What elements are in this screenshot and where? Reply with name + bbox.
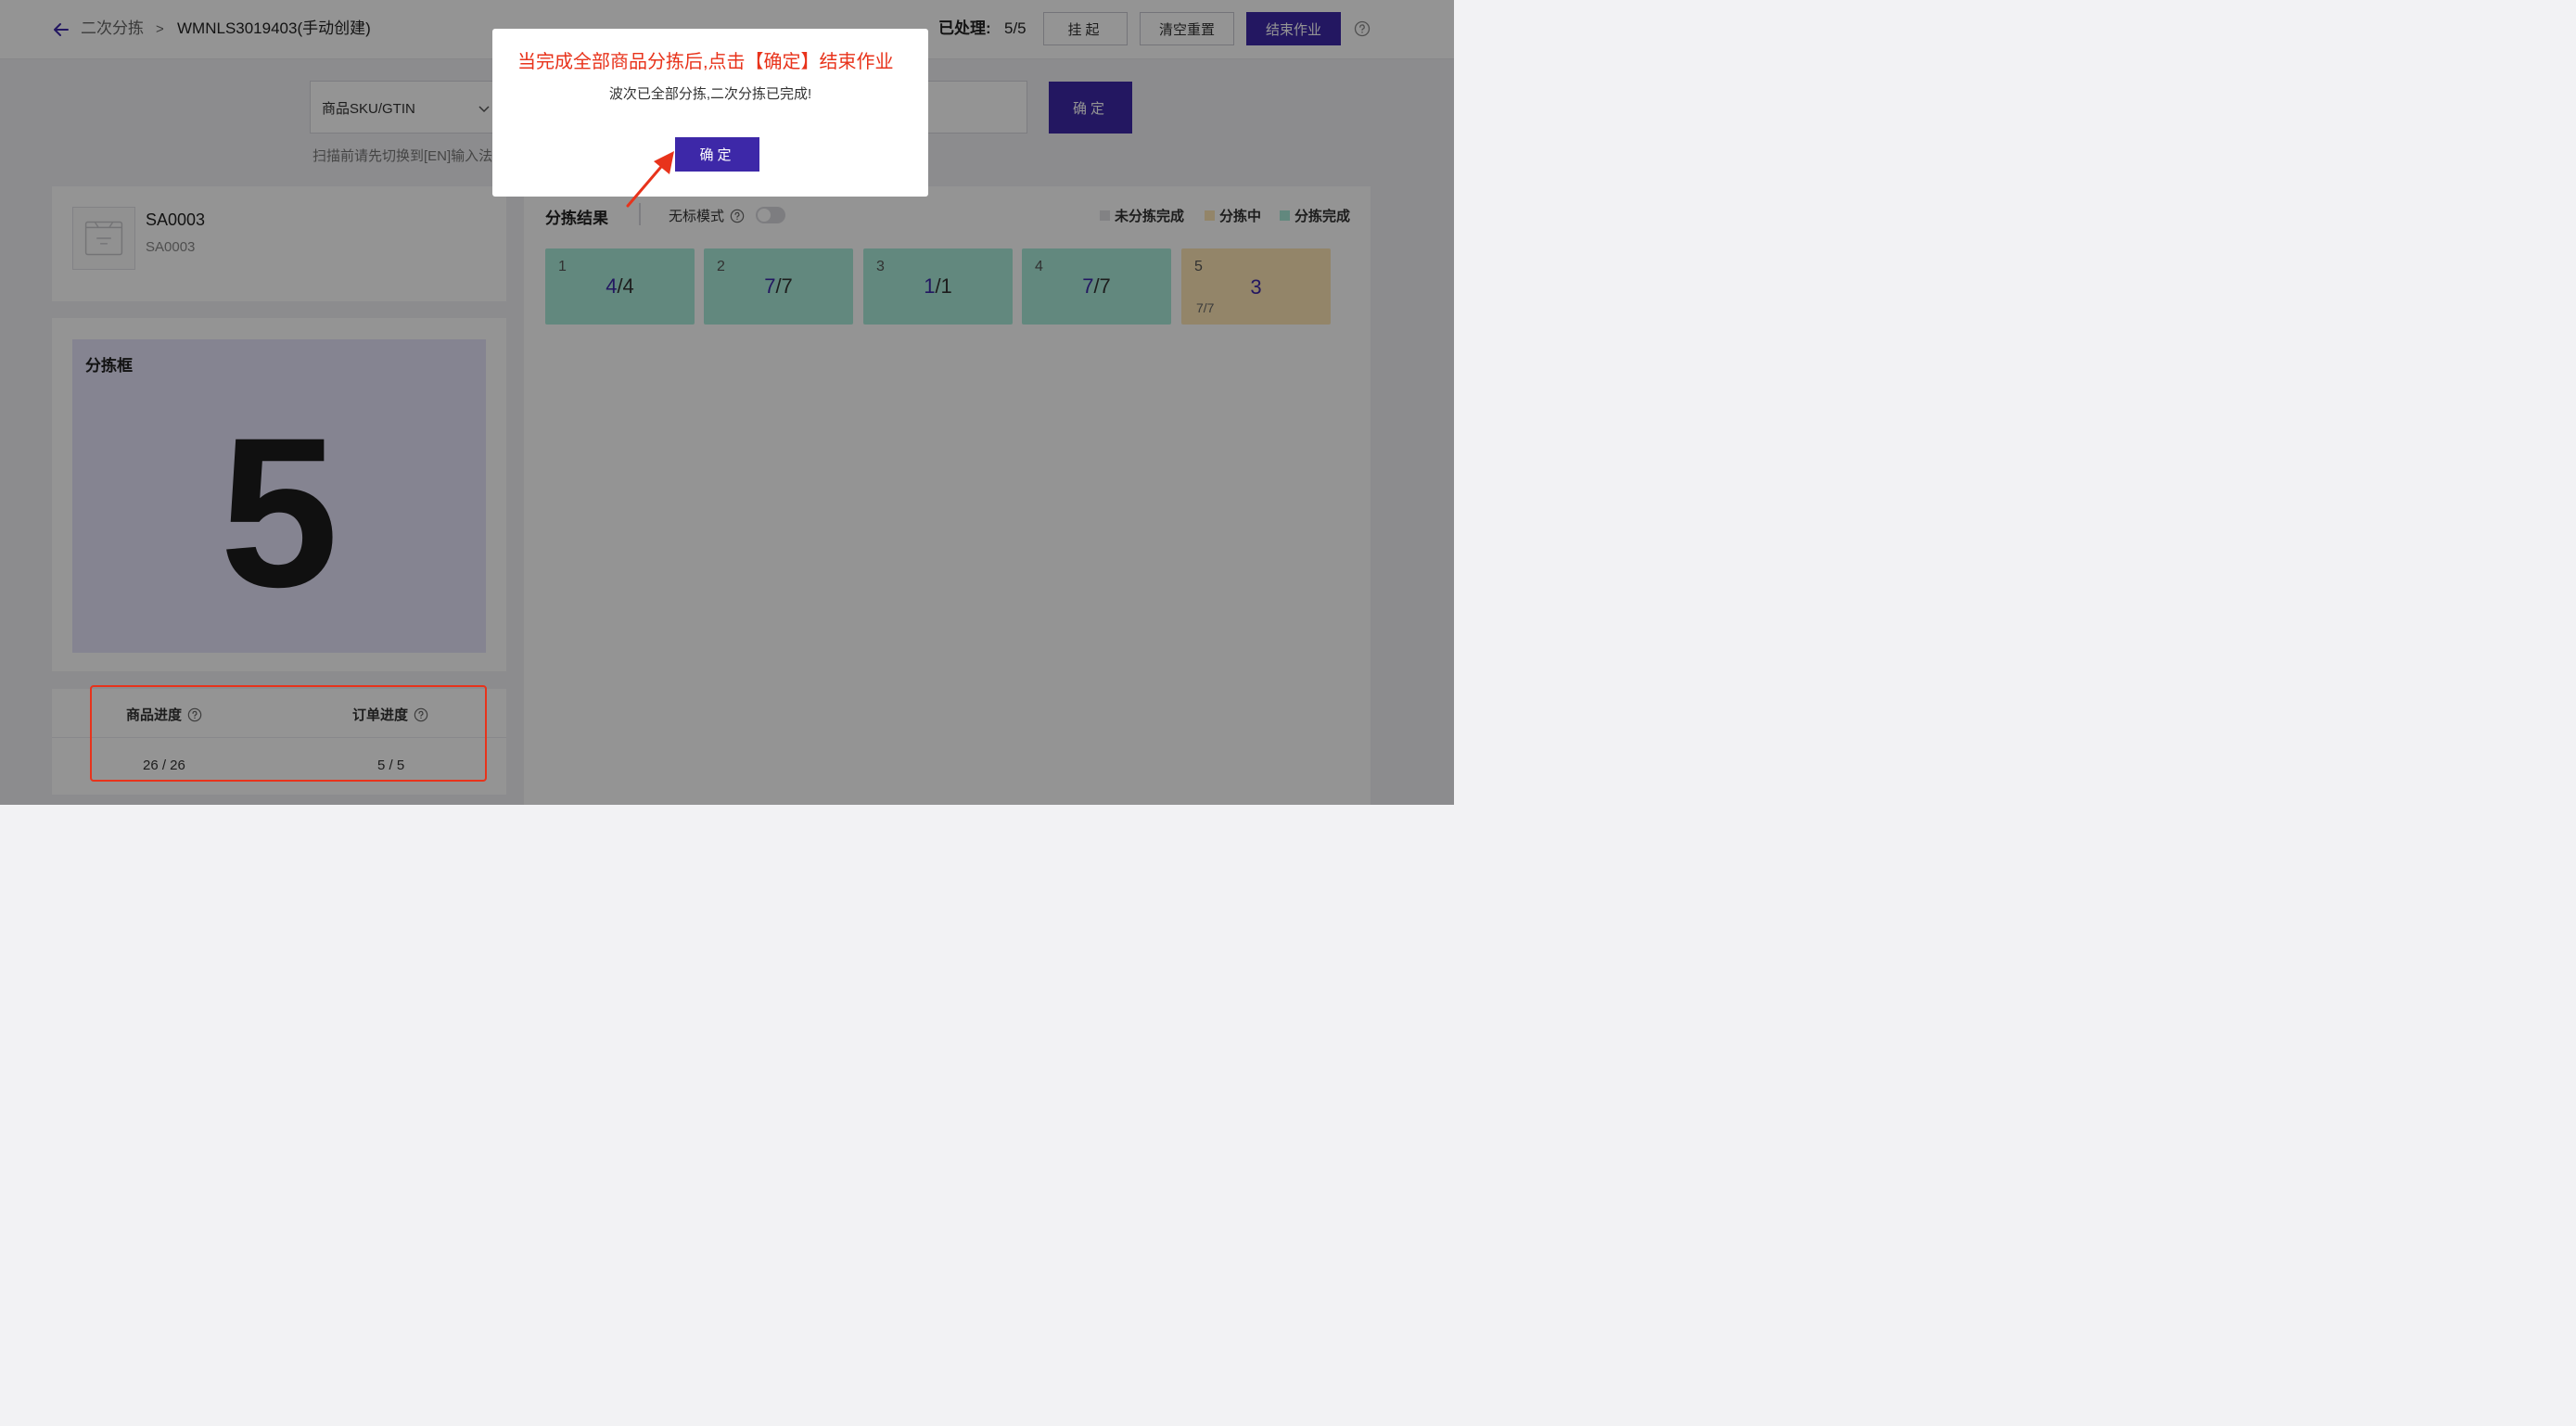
dialog-message: 波次已全部分拣,二次分拣已完成! (608, 86, 812, 102)
progress-highlight-annotation (90, 685, 487, 782)
dialog-confirm-button[interactable]: 确定 (675, 137, 759, 172)
completion-dialog: 当完成全部商品分拣后,点击【确定】结束作业 波次已全部分拣,二次分拣已完成! 确… (492, 29, 928, 197)
instruction-annotation: 当完成全部商品分拣后,点击【确定】结束作业 (517, 52, 894, 72)
